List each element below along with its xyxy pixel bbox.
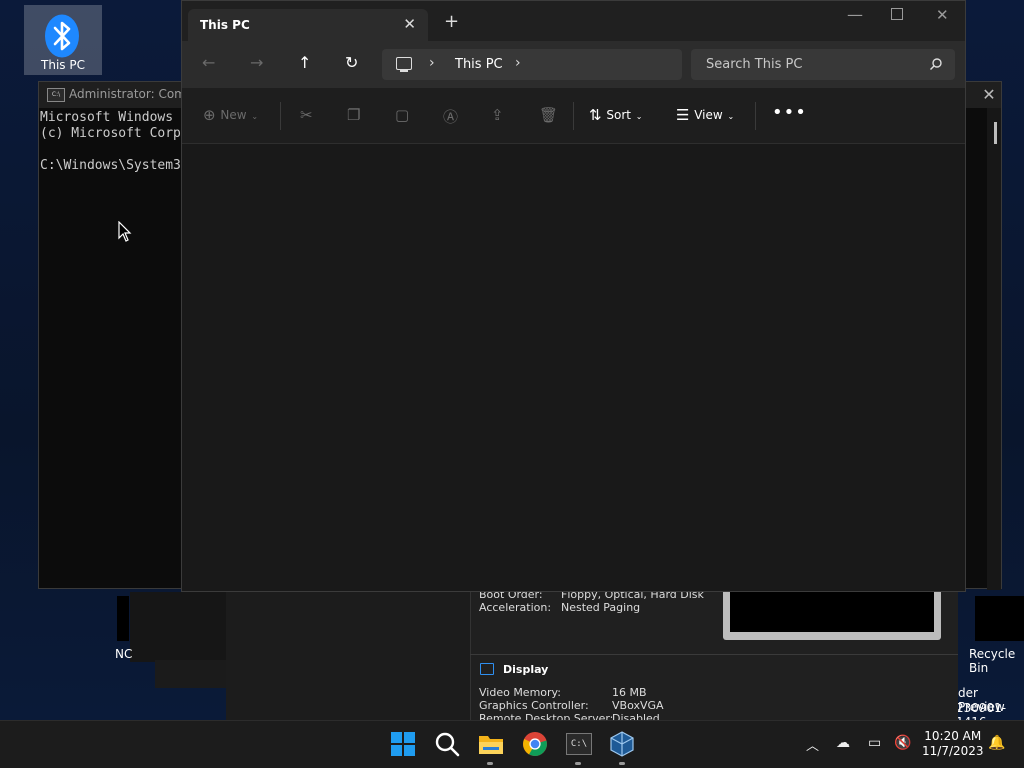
paste-icon[interactable]: ▢ xyxy=(395,106,409,124)
explorer-content-area[interactable] xyxy=(182,144,965,591)
clock-time: 10:20 AM xyxy=(924,729,982,743)
chevron-right-icon[interactable]: › xyxy=(515,55,521,71)
tab-this-pc[interactable]: This PC ✕ xyxy=(188,9,428,41)
system-clock[interactable]: 10:20 AM 11/7/2023 xyxy=(922,729,984,759)
vbox-detail-value: Nested Paging xyxy=(561,601,641,614)
new-tab-icon[interactable]: + xyxy=(444,13,459,31)
refresh-icon[interactable]: ↻ xyxy=(345,53,358,72)
background-window-fragment xyxy=(130,592,230,662)
clock-date: 11/7/2023 xyxy=(922,744,984,758)
running-indicator xyxy=(575,762,581,765)
volume-muted-icon[interactable]: 🔇 xyxy=(894,735,911,751)
new-label: New xyxy=(220,108,247,122)
copy-icon[interactable]: ❐ xyxy=(347,106,360,124)
cmd-scrollbar-thumb[interactable] xyxy=(994,122,997,144)
divider xyxy=(470,654,958,655)
vbox-detail-key: Graphics Controller: xyxy=(479,699,589,712)
vbox-detail-key: Video Memory: xyxy=(479,686,561,699)
chevron-right-icon[interactable]: › xyxy=(429,55,435,71)
mouse-cursor-icon xyxy=(118,221,132,242)
chevron-up-icon[interactable]: ︿ xyxy=(806,735,819,754)
desktop-icon-label: This PC xyxy=(41,58,85,72)
divider xyxy=(755,102,756,130)
new-button[interactable]: ⊕ New ⌄ xyxy=(203,106,258,124)
virtualbox-details-window: Boot Order: Floppy, Optical, Hard Disk A… xyxy=(226,588,958,725)
search-box[interactable]: Search This PC xyxy=(691,49,955,80)
vbox-detail-key: Acceleration: xyxy=(479,601,552,614)
cmd-scrollbar[interactable] xyxy=(987,108,1001,590)
view-list-icon: ☰ xyxy=(676,106,690,124)
sort-label: Sort xyxy=(606,108,631,122)
bluetooth-icon xyxy=(45,14,79,58)
plus-circle-icon: ⊕ xyxy=(203,106,216,124)
close-tab-icon[interactable]: ✕ xyxy=(403,15,416,33)
search-icon[interactable] xyxy=(929,57,943,71)
chevron-down-icon: ⌄ xyxy=(727,112,735,121)
running-indicator xyxy=(487,762,493,765)
breadcrumb-this-pc[interactable]: This PC xyxy=(455,57,503,72)
cut-icon[interactable]: ✂ xyxy=(300,106,313,124)
desktop-icon-label: NC xyxy=(115,647,133,661)
running-indicator xyxy=(619,762,625,765)
onedrive-offline-icon[interactable]: ☁ xyxy=(836,735,850,751)
rename-icon[interactable]: Ⓐ xyxy=(443,106,458,127)
network-icon[interactable]: ▭ xyxy=(868,735,881,751)
vbox-left-panel xyxy=(226,590,471,720)
delete-icon[interactable]: 🗑 xyxy=(539,106,558,124)
view-button[interactable]: ☰ View ⌄ xyxy=(676,106,734,124)
file-explorer-icon[interactable] xyxy=(478,731,504,757)
virtualbox-icon[interactable] xyxy=(609,731,635,757)
close-icon[interactable]: ✕ xyxy=(979,82,999,108)
divider xyxy=(280,102,281,130)
display-icon xyxy=(480,663,494,675)
sort-button[interactable]: ⇅ Sort ⌄ xyxy=(589,106,642,124)
chevron-down-icon: ⌄ xyxy=(251,112,259,121)
desktop-icon-this-pc[interactable]: This PC xyxy=(24,5,102,75)
search-input[interactable]: Search This PC xyxy=(706,57,802,72)
explorer-command-bar: ⊕ New ⌄ ✂ ❐ ▢ Ⓐ ⇪ 🗑 ⇅ Sort ⌄ ☰ View ⌄ ••… xyxy=(182,88,965,144)
view-label: View xyxy=(694,108,723,122)
explorer-tab-bar[interactable]: This PC ✕ + — ✕ xyxy=(182,1,965,41)
up-arrow-icon[interactable]: ↑ xyxy=(298,53,311,72)
terminal-line: Microsoft Windows xyxy=(40,110,174,125)
desktop-icon-image xyxy=(117,596,129,641)
vbox-display-title[interactable]: Display xyxy=(503,663,548,676)
chevron-down-icon: ⌄ xyxy=(635,112,643,121)
computer-icon xyxy=(396,57,412,70)
recycle-bin-label: Recycle Bin xyxy=(969,647,1016,675)
address-bar[interactable]: › This PC › xyxy=(382,49,682,80)
terminal-line: C:\Windows\System3 xyxy=(40,158,181,173)
recycle-bin-icon[interactable] xyxy=(975,596,1024,641)
back-arrow-icon[interactable]: ← xyxy=(202,53,215,72)
vbox-preview xyxy=(723,590,941,640)
search-icon[interactable] xyxy=(434,731,460,757)
minimize-icon[interactable]: — xyxy=(847,5,863,24)
taskbar: C:\ ︿ ☁ ▭ 🔇 10:20 AM 11/7/2023 🔔 xyxy=(0,720,1024,768)
notification-bell-icon[interactable]: 🔔 xyxy=(988,735,1005,751)
vbox-detail-value: 16 MB xyxy=(612,686,647,699)
start-windows-icon[interactable] xyxy=(390,731,416,757)
divider xyxy=(573,102,574,130)
background-window-fragment xyxy=(155,660,230,688)
cmd-app-icon: C:\ xyxy=(47,88,65,102)
more-options-icon[interactable]: ••• xyxy=(772,102,807,123)
computer-icon-stand xyxy=(400,70,408,72)
maximize-icon[interactable] xyxy=(891,8,903,20)
cmd-window-title: Administrator: Comm xyxy=(69,87,198,101)
cmd-terminal-output[interactable]: Microsoft Windows (c) Microsoft Corp C:\W… xyxy=(40,110,181,174)
file-explorer-window[interactable]: This PC ✕ + — ✕ ← → ↑ ↻ › This PC › Sear… xyxy=(181,0,966,592)
forward-arrow-icon[interactable]: → xyxy=(250,53,263,72)
close-window-icon[interactable]: ✕ xyxy=(936,6,949,24)
sort-arrows-icon: ⇅ xyxy=(589,106,602,124)
chrome-icon[interactable] xyxy=(522,731,548,757)
explorer-nav-bar: ← → ↑ ↻ › This PC › Search This PC xyxy=(182,41,965,88)
cmd-fragment xyxy=(39,252,42,282)
tab-title: This PC xyxy=(200,18,250,32)
share-icon[interactable]: ⇪ xyxy=(491,106,504,124)
command-prompt-icon[interactable]: C:\ xyxy=(566,733,592,755)
terminal-line: (c) Microsoft Corp xyxy=(40,126,181,141)
vbox-detail-value: VBoxVGA xyxy=(612,699,664,712)
